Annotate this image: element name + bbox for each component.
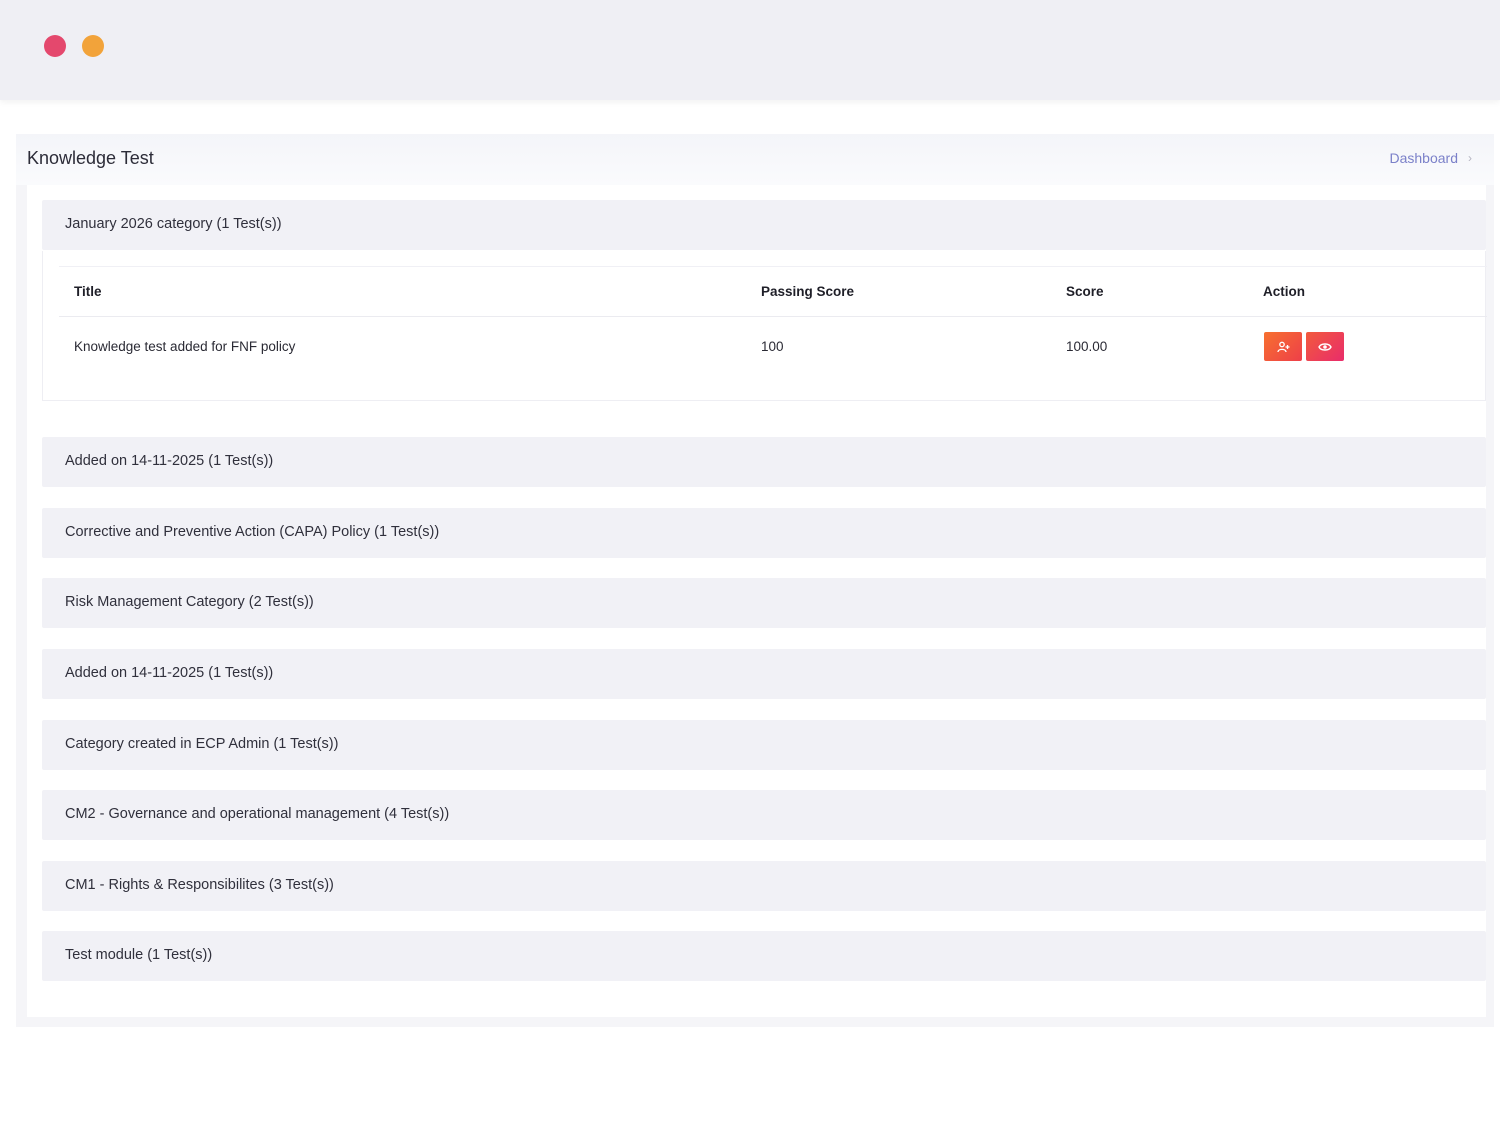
accordion-title: Corrective and Preventive Action (CAPA) … [65,524,440,540]
page-title: Knowledge Test [27,148,154,168]
category-accordion: January 2026 category (1 Test(s)) Title … [27,185,1487,1017]
card-header: Knowledge Test Dashboard › [16,134,1494,185]
accordion-header-category-1[interactable]: January 2026 category (1 Test(s)) [42,200,1486,250]
accordion-panel-category-1: Title Passing Score Score Action Knowled… [42,251,1487,401]
score-cell: 100.00 [1066,339,1108,354]
accordion-title: Test module (1 Test(s)) [65,947,213,963]
accordion-header-category-5[interactable]: Added on 14-11-2025 (1 Test(s)) [42,649,1486,699]
assign-user-button[interactable] [1264,332,1302,361]
tests-table: Title Passing Score Score Action Knowled… [59,266,1487,379]
user-assign-icon [1276,341,1289,352]
accordion-header-category-3[interactable]: Corrective and Preventive Action (CAPA) … [42,508,1486,558]
accordion-title: Added on 14-11-2025 (1 Test(s)) [65,665,274,681]
table-header: Title Passing Score Score Action [59,266,1487,317]
accordion-header-category-4[interactable]: Risk Management Category (2 Test(s)) [42,578,1486,628]
column-header-title: Title [74,284,102,299]
view-test-button[interactable] [1306,332,1344,361]
window-titlebar [0,0,1500,100]
breadcrumb: Dashboard › [1390,150,1473,166]
accordion-header-category-9[interactable]: Test module (1 Test(s)) [42,931,1486,981]
passing-score-cell: 100 [761,339,784,354]
column-header-action: Action [1263,284,1305,299]
column-header-passing-score: Passing Score [761,284,855,299]
breadcrumb-dashboard-link[interactable]: Dashboard [1390,150,1459,166]
close-window-dot[interactable] [44,35,66,57]
accordion-title: January 2026 category (1 Test(s)) [65,216,282,232]
knowledge-test-card: Knowledge Test Dashboard › January 2026 … [16,134,1494,1027]
accordion-header-category-6[interactable]: Category created in ECP Admin (1 Test(s)… [42,720,1486,770]
accordion-title: CM1 - Rights & Responsibilites (3 Test(s… [65,877,334,893]
test-title-cell: Knowledge test added for FNF policy [74,339,296,354]
accordion-title: Risk Management Category (2 Test(s)) [65,594,314,610]
accordion-title: Category created in ECP Admin (1 Test(s)… [65,736,339,752]
chevron-right-icon: › [1468,151,1472,165]
column-header-score: Score [1066,284,1104,299]
accordion-title: Added on 14-11-2025 (1 Test(s)) [65,453,274,469]
accordion-header-category-2[interactable]: Added on 14-11-2025 (1 Test(s)) [42,437,1486,487]
accordion-title: CM2 - Governance and operational managem… [65,806,450,822]
accordion-header-category-7[interactable]: CM2 - Governance and operational managem… [42,790,1486,840]
minimize-window-dot[interactable] [82,35,104,57]
accordion-header-category-8[interactable]: CM1 - Rights & Responsibilites (3 Test(s… [42,861,1486,911]
table-row: Knowledge test added for FNF policy 100 … [59,317,1487,379]
eye-icon [1318,342,1332,351]
